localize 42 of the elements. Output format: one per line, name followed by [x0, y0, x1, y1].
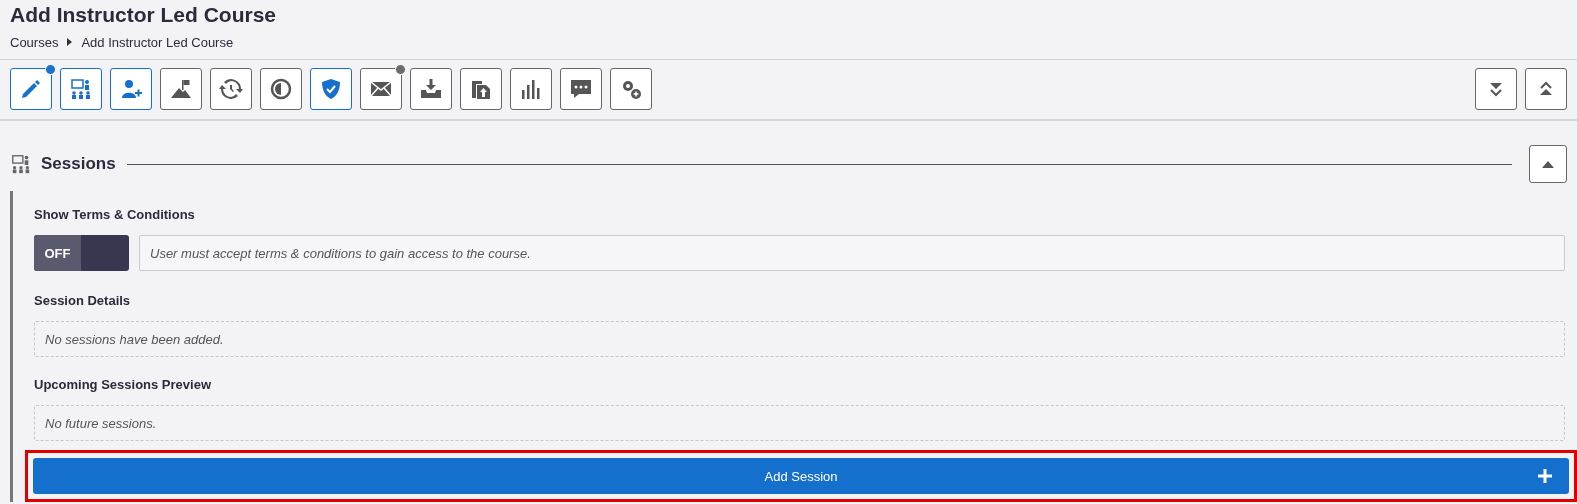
chart-button[interactable] [510, 68, 552, 110]
double-chevron-up-icon [1538, 81, 1554, 97]
field-label: Show Terms & Conditions [34, 207, 196, 222]
chat-button[interactable] [560, 68, 602, 110]
toggle-switch[interactable]: OFF [34, 235, 129, 271]
collapse-all-button[interactable] [1525, 68, 1567, 110]
terms-description: User must accept terms & conditions to gain access to the course. [139, 235, 1565, 271]
contrast-button[interactable] [260, 68, 302, 110]
contrast-icon [269, 77, 293, 101]
inbox-icon [419, 77, 443, 101]
chat-icon [569, 77, 593, 101]
upload-button[interactable] [460, 68, 502, 110]
shield-button[interactable] [310, 68, 352, 110]
caret-icon [1542, 160, 1554, 168]
expand-all-button[interactable] [1475, 68, 1517, 110]
section-title: Sessions [41, 154, 116, 174]
chart-icon [519, 77, 543, 101]
sync-icon [219, 77, 243, 101]
field-label: Upcoming Sessions Preview [34, 377, 212, 392]
flag-icon [169, 77, 193, 101]
add-session-button[interactable]: Add Session [33, 458, 1569, 494]
collapse-button[interactable] [1529, 145, 1567, 183]
breadcrumb-link[interactable]: Courses [10, 34, 59, 50]
inbox-button[interactable] [410, 68, 452, 110]
field-label: Session Details [34, 293, 132, 308]
shield-icon [319, 77, 343, 101]
caret-icon [67, 38, 73, 46]
empty-message: No sessions have been added. [34, 321, 1565, 357]
gears-button[interactable] [610, 68, 652, 110]
flag-button[interactable] [160, 68, 202, 110]
double-chevron-down-icon [1488, 81, 1504, 97]
sessions-icon [10, 153, 32, 175]
sessions-icon [69, 77, 93, 101]
sessions-button[interactable] [60, 68, 102, 110]
empty-message: No future sessions. [34, 405, 1565, 441]
breadcrumb-current: Add Instructor Led Course [81, 34, 234, 50]
pencil-icon [19, 77, 43, 101]
user-plus-icon [119, 77, 143, 101]
user-plus-button[interactable] [110, 68, 152, 110]
sync-button[interactable] [210, 68, 252, 110]
page-title: Add Instructor Led Course [10, 2, 278, 28]
plus-icon [1537, 468, 1553, 484]
